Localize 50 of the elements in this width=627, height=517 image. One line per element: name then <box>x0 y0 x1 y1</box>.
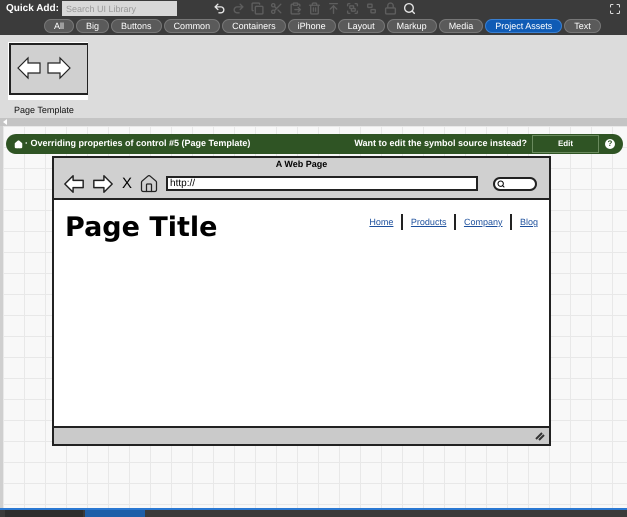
edit-prompt: Want to edit the symbol source instead? <box>354 137 527 150</box>
category-tab[interactable]: Containers <box>222 19 286 33</box>
fullscreen-icon[interactable] <box>609 2 621 14</box>
bring-to-front-icon[interactable] <box>326 2 340 15</box>
category-tab[interactable]: Big <box>76 19 110 33</box>
category-tab[interactable]: All <box>44 19 74 33</box>
home-icon <box>139 174 160 194</box>
page-template-thumbnail[interactable] <box>8 42 88 100</box>
category-tab[interactable]: Markup <box>386 19 437 33</box>
category-tab[interactable]: Layout <box>338 19 385 33</box>
override-message: · Overriding properties of control #5 (Page Template) <box>25 137 250 150</box>
url-field: http:// <box>166 176 478 192</box>
nav-link[interactable]: Company <box>464 216 502 230</box>
search-icon <box>497 180 506 188</box>
category-tab[interactable]: Buttons <box>111 19 162 33</box>
edit-button[interactable]: Edit <box>532 135 599 153</box>
window-title: A Web Page <box>276 158 328 171</box>
help-button[interactable]: ? <box>605 139 615 149</box>
scroll-left-icon[interactable] <box>3 119 7 125</box>
document-tab[interactable] <box>85 510 145 517</box>
cut-icon[interactable] <box>270 2 283 15</box>
redo-icon[interactable] <box>232 2 245 15</box>
document-tab[interactable] <box>5 510 83 517</box>
nav-link[interactable]: Blog <box>520 216 538 230</box>
category-tab[interactable]: Media <box>438 19 484 33</box>
trash-icon[interactable] <box>308 2 321 15</box>
home-icon <box>14 140 23 148</box>
undo-icon[interactable] <box>212 2 226 15</box>
quick-add-label: Quick Add: <box>6 2 59 16</box>
category-tab[interactable]: Project Assets <box>485 19 562 33</box>
stop-glyph: X <box>122 174 132 194</box>
forward-arrow-icon <box>91 172 115 195</box>
lock-icon[interactable] <box>384 2 397 15</box>
category-tab[interactable]: Common <box>164 19 220 33</box>
copy-icon[interactable] <box>250 2 264 15</box>
horizontal-scrollbar[interactable] <box>0 118 627 126</box>
nav-link[interactable]: Products <box>410 216 446 230</box>
page-title: Page Title <box>65 211 218 245</box>
back-arrow-icon <box>62 172 86 195</box>
category-tab[interactable]: iPhone <box>288 19 336 33</box>
search-icon[interactable] <box>402 2 416 15</box>
category-tab[interactable]: Text <box>564 19 601 33</box>
nav-link[interactable]: Home <box>369 216 394 230</box>
search-field[interactable]: Search UI Library <box>62 1 177 16</box>
asset-label: Page Template <box>14 104 74 117</box>
browser-window-mockup[interactable]: A Web Page X http:// Page Title Home Products Company Blog <box>52 156 551 446</box>
resize-grip-icon <box>535 431 545 441</box>
ungroup-icon[interactable] <box>364 2 378 15</box>
group-icon[interactable] <box>346 2 359 15</box>
paste-icon[interactable] <box>288 2 302 15</box>
